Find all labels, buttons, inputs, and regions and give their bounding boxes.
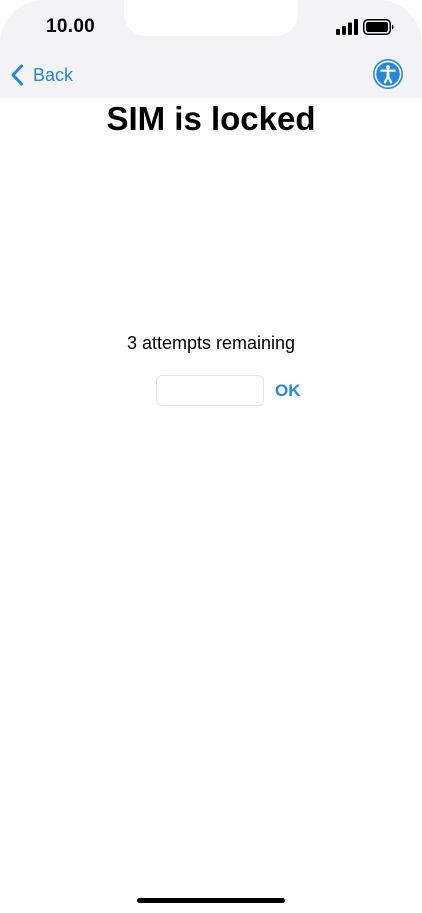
device-notch bbox=[124, 0, 298, 36]
page-title: SIM is locked bbox=[106, 100, 316, 137]
sim-pin-input[interactable] bbox=[156, 375, 264, 406]
cellular-signal-icon bbox=[336, 19, 358, 35]
chevron-left-icon bbox=[11, 64, 23, 86]
status-time: 10.00 bbox=[46, 16, 96, 37]
attempts-remaining-text: 3 attempts remaining bbox=[126, 333, 296, 353]
battery-full-icon bbox=[363, 19, 394, 35]
ok-button[interactable]: OK bbox=[275, 381, 301, 401]
back-button[interactable]: Back bbox=[10, 62, 73, 88]
back-label: Back bbox=[33, 64, 74, 85]
accessibility-icon[interactable] bbox=[372, 58, 404, 90]
home-indicator[interactable] bbox=[137, 898, 285, 903]
